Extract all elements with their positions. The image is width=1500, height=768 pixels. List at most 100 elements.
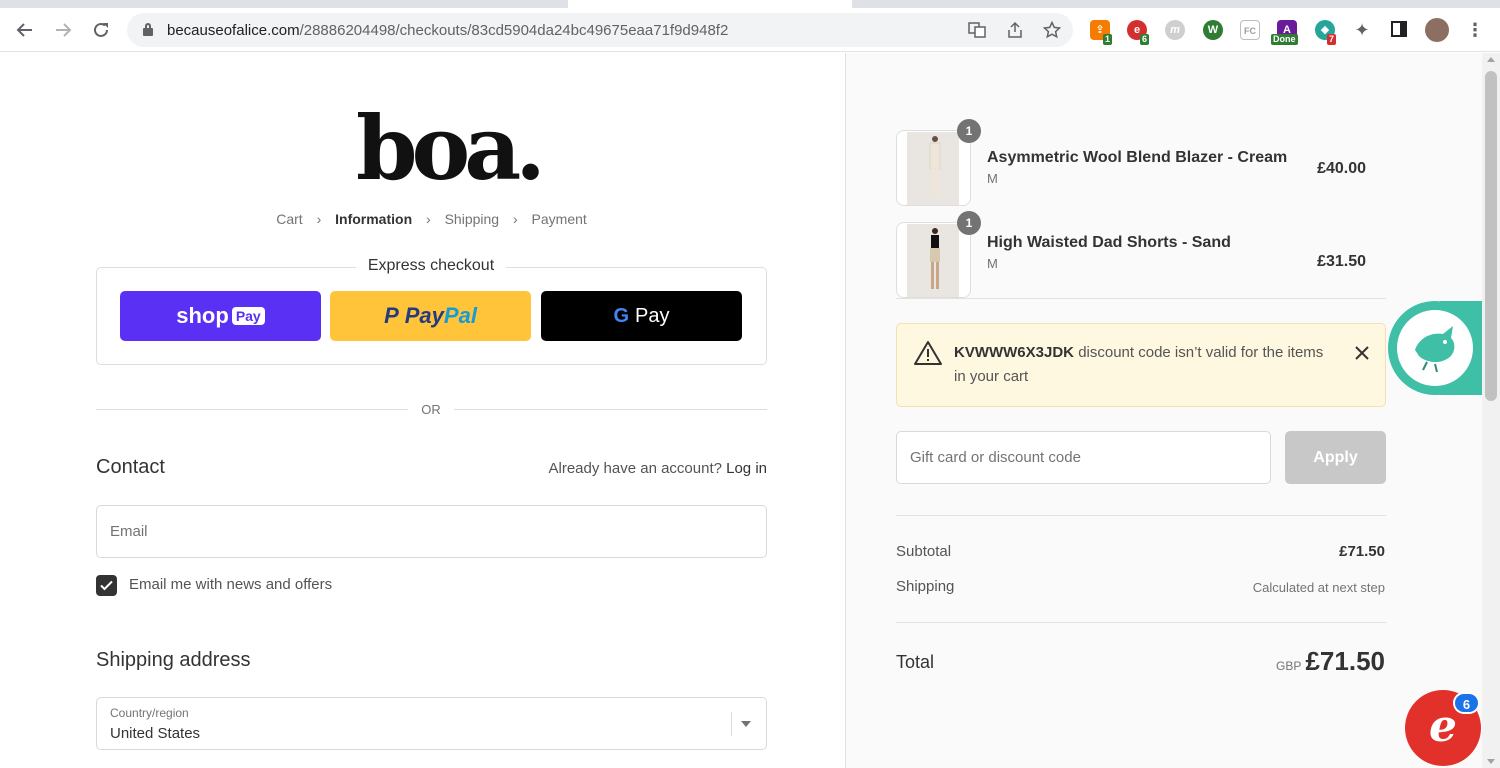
google-pay-button[interactable]: G Pay <box>541 291 742 341</box>
lock-icon[interactable] <box>143 23 153 36</box>
bookmark-star-icon[interactable] <box>1042 20 1062 39</box>
forward-icon[interactable] <box>51 18 75 42</box>
discount-error-banner: KVWWW6X3JDK discount code isn’t valid fo… <box>896 323 1386 407</box>
item-variant: M <box>987 171 998 186</box>
subtotal-value: £71.50 <box>1339 543 1385 560</box>
scroll-up-icon[interactable] <box>1487 57 1495 62</box>
apply-button[interactable]: Apply <box>1285 431 1386 484</box>
select-divider <box>731 712 732 736</box>
paypal-icon: P <box>384 303 399 328</box>
reload-icon[interactable] <box>89 18 113 42</box>
login-prompt: Already have an account? Log in <box>500 460 768 477</box>
banner-message: KVWWW6X3JDK discount code isn’t valid fo… <box>954 341 1334 389</box>
item-name: High Waisted Dad Shorts - Sand <box>987 234 1231 251</box>
divider <box>96 409 408 410</box>
share-icon[interactable] <box>1005 21 1025 39</box>
checkout-main: boa. Cart › Information › Shipping › Pay… <box>0 53 845 768</box>
divider <box>896 622 1386 623</box>
shipping-value: Calculated at next step <box>1252 580 1385 595</box>
chat-widget-button[interactable] <box>1388 301 1482 395</box>
total-label: Total <box>896 652 935 672</box>
shop-pay-pill: Pay <box>231 307 265 325</box>
extension-7-badge: 7 <box>1327 34 1337 45</box>
scroll-down-icon[interactable] <box>1487 759 1495 764</box>
browser-menu-icon[interactable]: ⋮ <box>1465 20 1485 40</box>
page-scrollbar[interactable] <box>1482 53 1500 768</box>
extension-1-badge: 1 <box>1103 34 1113 45</box>
paypal-wordmark-pay: Pay <box>404 303 444 328</box>
newsletter-label[interactable]: Email me with news and offers <box>129 576 332 593</box>
chevron-right-icon: › <box>316 211 322 227</box>
paypal-wordmark-pal: Pal <box>443 303 477 328</box>
scrollbar-thumb[interactable] <box>1485 71 1497 401</box>
login-prompt-text: Already have an account? <box>548 460 722 477</box>
google-g-icon: G <box>613 304 630 327</box>
breadcrumb-information: Information <box>335 211 413 227</box>
email-field[interactable] <box>96 505 767 558</box>
warning-icon <box>914 341 942 365</box>
contact-heading: Contact <box>96 456 165 478</box>
back-icon[interactable] <box>13 18 37 42</box>
item-name: Asymmetric Wool Blend Blazer - Cream <box>987 149 1288 166</box>
bird-icon <box>1415 326 1455 373</box>
tab-strip <box>0 0 1500 8</box>
profile-avatar[interactable] <box>1425 18 1449 42</box>
chevron-down-icon <box>741 721 751 727</box>
chevron-right-icon: › <box>512 211 518 227</box>
notification-badge: 6 <box>1453 692 1480 714</box>
address-bar[interactable]: becauseofalice.com/28886204498/checkouts… <box>127 13 1073 47</box>
item-price: £40.00 <box>1317 160 1366 177</box>
shop-pay-button[interactable]: shop Pay <box>120 291 321 341</box>
extensions-puzzle-icon[interactable]: ✦ <box>1352 20 1372 40</box>
shipping-label: Shipping <box>896 578 955 595</box>
extension-4-icon[interactable]: W <box>1203 20 1223 40</box>
country-label: Country/region <box>110 706 189 720</box>
discount-code: KVWWW6X3JDK <box>954 344 1075 361</box>
extension-3-icon[interactable]: m <box>1165 20 1185 40</box>
email-input[interactable] <box>97 506 766 557</box>
order-summary: 1 Asymmetric Wool Blend Blazer - Cream M… <box>845 53 1482 768</box>
discount-input[interactable] <box>897 432 1270 483</box>
store-logo[interactable]: boa. <box>356 104 546 198</box>
paypal-button[interactable]: P Pay Pal <box>330 291 531 341</box>
login-link[interactable]: Log in <box>726 460 767 477</box>
breadcrumb-cart[interactable]: Cart <box>276 211 302 227</box>
product-image <box>896 222 971 298</box>
translate-icon[interactable] <box>967 21 987 39</box>
google-pay-wordmark: Pay <box>635 304 670 327</box>
item-price: £31.50 <box>1317 253 1366 270</box>
newsletter-checkbox[interactable] <box>96 575 117 596</box>
quantity-badge: 1 <box>957 211 981 235</box>
discount-field[interactable] <box>896 431 1271 484</box>
item-variant: M <box>987 256 998 271</box>
product-image <box>896 130 971 206</box>
divider <box>454 409 767 410</box>
breadcrumb: Cart › Information › Shipping › Payment <box>96 211 767 227</box>
url-text[interactable]: becauseofalice.com/28886204498/checkouts… <box>167 22 728 39</box>
active-tab[interactable] <box>568 0 852 8</box>
list-item: 1 High Waisted Dad Shorts - Sand M £31.5… <box>896 211 1366 298</box>
subtotal-label: Subtotal <box>896 543 952 560</box>
url-host: becauseofalice.com <box>167 22 300 39</box>
quantity-badge: 1 <box>957 119 981 143</box>
chevron-right-icon: › <box>426 211 431 227</box>
shipping-address-heading: Shipping address <box>96 649 251 671</box>
side-panel-icon[interactable] <box>1389 20 1409 40</box>
country-value: United States <box>110 725 201 742</box>
or-divider-text: OR <box>421 402 441 417</box>
breadcrumb-payment: Payment <box>531 211 587 227</box>
currency-code: GBP <box>1276 659 1302 673</box>
list-item: 1 Asymmetric Wool Blend Blazer - Cream M… <box>896 119 1366 208</box>
close-icon[interactable] <box>1347 338 1377 368</box>
browser-toolbar: becauseofalice.com/28886204498/checkouts… <box>0 8 1500 52</box>
url-path: /28886204498/checkouts/83cd5904da24bc496… <box>299 22 729 39</box>
extension-2-badge: 6 <box>1140 34 1150 45</box>
extension-fc-icon[interactable]: FC <box>1240 20 1260 40</box>
total-value: £71.50 <box>1305 646 1385 676</box>
extension-done-badge: Done <box>1271 34 1298 45</box>
divider <box>896 515 1386 516</box>
express-checkout-title: Express checkout <box>356 257 506 275</box>
country-select[interactable]: Country/region United States <box>96 697 767 750</box>
breadcrumb-shipping: Shipping <box>444 211 500 227</box>
shop-pay-wordmark: shop <box>176 303 229 328</box>
